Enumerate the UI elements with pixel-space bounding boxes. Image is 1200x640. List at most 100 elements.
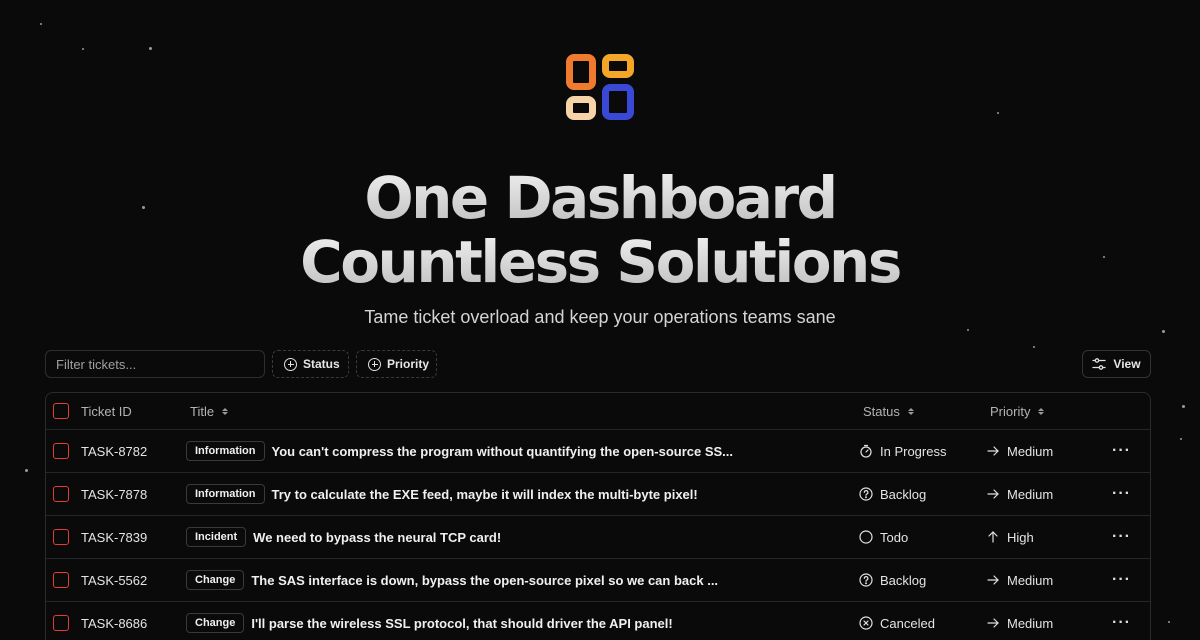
ticket-title: I'll parse the wireless SSL protocol, th… — [251, 615, 673, 631]
ticket-status: Canceled — [859, 602, 935, 640]
logo-block — [566, 54, 596, 90]
ticket-title-cell: Change I'll parse the wireless SSL proto… — [186, 602, 673, 640]
ticket-priority-text: Medium — [1007, 572, 1054, 588]
star-decoration — [997, 112, 999, 114]
header-status-sort-button[interactable]: Status — [863, 393, 914, 429]
help-circle-icon — [859, 487, 873, 501]
star-decoration — [1168, 621, 1170, 623]
header-title-sort-button[interactable]: Title — [190, 393, 229, 429]
arrow-right-icon — [986, 616, 1000, 630]
select-all-checkbox[interactable] — [53, 403, 69, 419]
ticket-id: TASK-8686 — [81, 602, 147, 640]
more-horizontal-icon: ··· — [1112, 485, 1131, 502]
ticket-title-cell: Incident We need to bypass the neural TC… — [186, 516, 501, 558]
x-circle-icon — [859, 616, 873, 630]
ticket-priority: Medium — [986, 559, 1053, 601]
row-checkbox[interactable] — [53, 615, 69, 631]
tickets-table: Ticket ID Title Status Priority TASK-878… — [45, 392, 1151, 640]
ticket-title: You can't compress the program without q… — [271, 443, 734, 459]
more-horizontal-icon: ··· — [1112, 571, 1131, 588]
ticket-id-text: TASK-7839 — [81, 529, 148, 545]
star-decoration — [82, 48, 84, 50]
ticket-label-badge: Information — [186, 484, 265, 504]
row-actions-button[interactable]: ··· — [1112, 473, 1131, 515]
ticket-title: Try to calculate the EXE feed, maybe it … — [271, 486, 698, 502]
star-decoration — [1033, 346, 1035, 348]
ticket-priority: Medium — [986, 473, 1053, 515]
more-horizontal-icon: ··· — [1112, 528, 1131, 545]
view-label: View — [1113, 357, 1141, 371]
header-status-label: Status — [863, 403, 900, 419]
row-actions-button[interactable]: ··· — [1112, 516, 1131, 558]
star-decoration — [1162, 330, 1165, 333]
row-actions-button[interactable]: ··· — [1112, 602, 1131, 640]
view-options-button[interactable]: View — [1082, 350, 1151, 378]
row-checkbox[interactable] — [53, 443, 69, 459]
header-priority-label: Priority — [990, 403, 1031, 419]
arrow-right-icon — [986, 444, 1000, 458]
hero-subtitle: Tame ticket overload and keep your opera… — [364, 307, 836, 327]
header-ticket-id: Ticket ID — [81, 393, 132, 429]
ticket-status-text: In Progress — [880, 443, 947, 459]
ticket-priority-text: Medium — [1007, 443, 1054, 459]
priority-filter-button[interactable]: Priority — [356, 350, 437, 378]
logo-block — [566, 96, 596, 120]
circle-icon — [859, 530, 873, 544]
ticket-priority-text: High — [1007, 529, 1034, 545]
plus-circle-icon — [368, 357, 381, 371]
logo-block — [602, 54, 634, 78]
row-checkbox[interactable] — [53, 529, 69, 545]
row-checkbox[interactable] — [53, 486, 69, 502]
ticket-label-badge: Change — [186, 570, 245, 590]
help-circle-icon — [859, 573, 873, 587]
ticket-id-text: TASK-7878 — [81, 486, 148, 502]
table-row[interactable]: TASK-7839 Incident We need to bypass the… — [46, 516, 1150, 559]
ticket-label-badge: Incident — [186, 527, 247, 547]
hero-title: One Dashboard Countless Solutions — [0, 166, 1200, 294]
ticket-title: The SAS interface is down, bypass the op… — [251, 572, 719, 588]
sliders-icon — [1092, 358, 1107, 370]
ticket-priority: High — [986, 516, 1034, 558]
star-decoration — [967, 329, 969, 331]
ticket-status-text: Backlog — [880, 572, 927, 588]
app-logo — [562, 52, 638, 124]
ticket-id: TASK-5562 — [81, 559, 147, 601]
ticket-priority-text: Medium — [1007, 615, 1054, 631]
ticket-status-text: Backlog — [880, 486, 927, 502]
table-row[interactable]: TASK-5562 Change The SAS interface is do… — [46, 559, 1150, 602]
ticket-id: TASK-7878 — [81, 473, 147, 515]
sort-icon — [1038, 407, 1045, 415]
ticket-title: We need to bypass the neural TCP card! — [253, 529, 502, 545]
ticket-status-text: Canceled — [880, 615, 935, 631]
header-priority-sort-button[interactable]: Priority — [990, 393, 1045, 429]
table-row[interactable]: TASK-8686 Change I'll parse the wireless… — [46, 602, 1150, 640]
header-title-label: Title — [190, 403, 215, 419]
more-horizontal-icon: ··· — [1112, 614, 1131, 631]
ticket-label-badge: Change — [186, 613, 245, 633]
ticket-priority: Medium — [986, 430, 1053, 472]
star-decoration — [1182, 405, 1185, 408]
star-decoration — [40, 23, 42, 25]
ticket-title-cell: Information You can't compress the progr… — [186, 430, 733, 472]
ticket-id-text: TASK-8686 — [81, 615, 148, 631]
ticket-status-text: Todo — [880, 529, 909, 545]
timer-icon — [859, 444, 873, 458]
status-filter-label: Status — [303, 357, 340, 371]
table-row[interactable]: TASK-8782 Information You can't compress… — [46, 430, 1150, 473]
header-ticket-id-label: Ticket ID — [81, 403, 132, 419]
more-horizontal-icon: ··· — [1112, 442, 1131, 459]
status-filter-button[interactable]: Status — [272, 350, 349, 378]
ticket-id-text: TASK-8782 — [81, 443, 148, 459]
row-actions-button[interactable]: ··· — [1112, 559, 1131, 601]
hero-title-line1: One Dashboard — [0, 166, 1200, 230]
ticket-title-cell: Information Try to calculate the EXE fee… — [186, 473, 698, 515]
arrow-right-icon — [986, 487, 1000, 501]
table-row[interactable]: TASK-7878 Information Try to calculate t… — [46, 473, 1150, 516]
ticket-status: Backlog — [859, 559, 926, 601]
ticket-id: TASK-8782 — [81, 430, 147, 472]
star-decoration — [149, 47, 152, 50]
row-actions-button[interactable]: ··· — [1112, 430, 1131, 472]
row-checkbox[interactable] — [53, 572, 69, 588]
sort-icon — [222, 407, 229, 415]
filter-tickets-input[interactable] — [45, 350, 265, 378]
